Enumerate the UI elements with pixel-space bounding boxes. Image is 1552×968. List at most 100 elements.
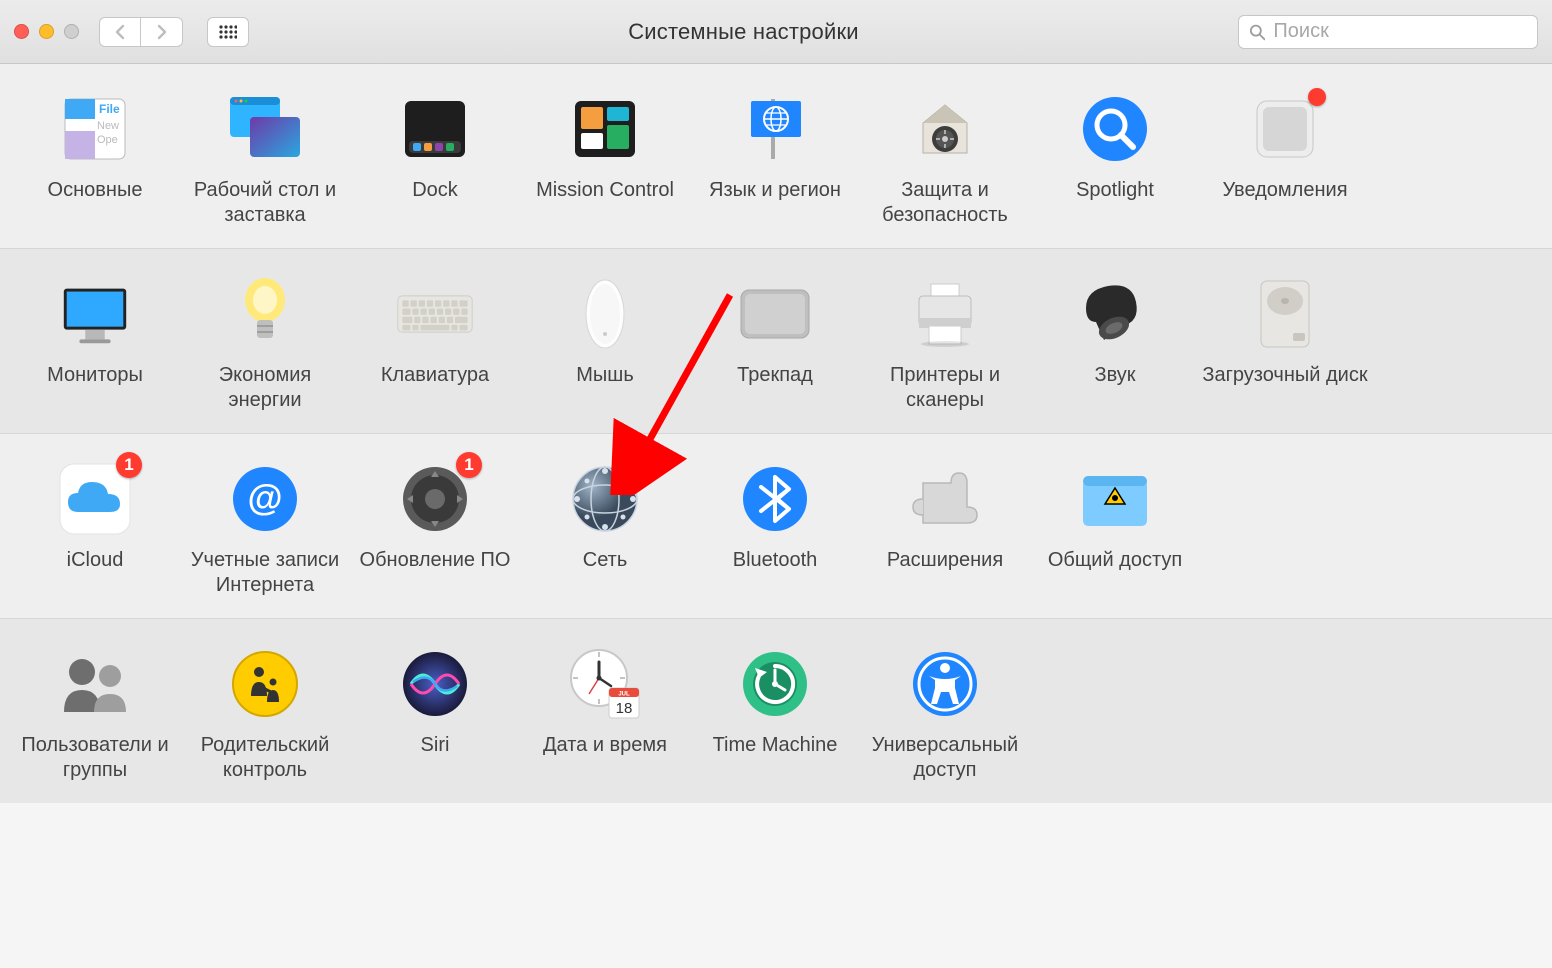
pref-mission-control[interactable]: Mission Control [520, 90, 690, 228]
pref-label: Spotlight [1076, 178, 1154, 228]
pref-label: Siri [421, 733, 450, 783]
pref-mouse[interactable]: Мышь [520, 275, 690, 413]
svg-text:Ope: Ope [97, 134, 118, 146]
sharing-icon [1076, 460, 1154, 538]
svg-text:File: File [99, 102, 120, 116]
pref-displays[interactable]: Мониторы [10, 275, 180, 413]
pref-label: Уведомления [1222, 178, 1347, 228]
pref-software-update[interactable]: 1 Обновление ПО [350, 460, 520, 598]
pref-printers[interactable]: Принтеры и сканеры [860, 275, 1030, 413]
pref-dock[interactable]: Dock [350, 90, 520, 228]
pref-label: Принтеры и сканеры [860, 363, 1030, 413]
pref-trackpad[interactable]: Трекпад [690, 275, 860, 413]
pref-energy-saver[interactable]: Экономия энергии [180, 275, 350, 413]
svg-text:18: 18 [616, 700, 633, 717]
pref-sound[interactable]: Звук [1030, 275, 1200, 413]
window-title: Системные настройки [263, 19, 1224, 45]
pref-label: Основные [48, 178, 143, 228]
pref-label: Звук [1094, 363, 1135, 413]
pref-label: Язык и регион [709, 178, 841, 228]
pref-language-region[interactable]: Язык и регион [690, 90, 860, 228]
software-update-badge: 1 [456, 452, 482, 478]
dock-icon [396, 90, 474, 168]
show-all-button[interactable] [207, 17, 249, 47]
svg-text:New: New [97, 120, 119, 132]
pref-label: Родительский контроль [180, 733, 350, 783]
date-time-icon: JUL 18 [566, 645, 644, 723]
displays-icon [56, 275, 134, 353]
row-personal: File New Ope Основные Рабочий стол и зас… [0, 64, 1552, 249]
pref-users-groups[interactable]: Пользователи и группы [10, 645, 180, 783]
pref-siri[interactable]: Siri [350, 645, 520, 783]
desktop-icon [226, 90, 304, 168]
minimize-window-button[interactable] [39, 24, 54, 39]
icloud-icon: 1 [56, 460, 134, 538]
pref-internet-accounts[interactable]: @ Учетные записи Интернета [180, 460, 350, 598]
startup-disk-icon [1246, 275, 1324, 353]
search-field[interactable] [1238, 15, 1538, 49]
pref-extensions[interactable]: Расширения [860, 460, 1030, 598]
pref-bluetooth[interactable]: Bluetooth [690, 460, 860, 598]
pref-general[interactable]: File New Ope Основные [10, 90, 180, 228]
pref-label: Загрузочный диск [1202, 363, 1367, 413]
bluetooth-icon [736, 460, 814, 538]
zoom-window-button[interactable] [64, 24, 79, 39]
close-window-button[interactable] [14, 24, 29, 39]
printers-icon [906, 275, 984, 353]
extensions-icon [906, 460, 984, 538]
pref-label: Мониторы [47, 363, 143, 413]
pref-label: Bluetooth [733, 548, 818, 598]
sound-icon [1076, 275, 1154, 353]
pref-label: Mission Control [536, 178, 674, 228]
pref-label: Обновление ПО [360, 548, 511, 598]
trackpad-icon [736, 275, 814, 353]
pref-startup-disk[interactable]: Загрузочный диск [1200, 275, 1370, 413]
nav-buttons [99, 17, 183, 47]
pref-label: Сеть [583, 548, 627, 598]
icloud-badge: 1 [116, 452, 142, 478]
notifications-icon [1246, 90, 1324, 168]
siri-icon [396, 645, 474, 723]
accessibility-icon [906, 645, 984, 723]
pref-label: Универсальный доступ [860, 733, 1030, 783]
pref-label: Трекпад [737, 363, 813, 413]
pref-icloud[interactable]: 1 iCloud [10, 460, 180, 598]
pref-desktop[interactable]: Рабочий стол и заставка [180, 90, 350, 228]
pref-security[interactable]: Защита и безопасность [860, 90, 1030, 228]
mouse-icon [566, 275, 644, 353]
security-icon [906, 90, 984, 168]
pref-label: Защита и безопасность [860, 178, 1030, 228]
svg-text:@: @ [247, 477, 282, 518]
search-icon [1249, 23, 1265, 41]
pref-spotlight[interactable]: Spotlight [1030, 90, 1200, 228]
language-region-icon [736, 90, 814, 168]
time-machine-icon [736, 645, 814, 723]
window-controls [14, 24, 79, 39]
forward-button[interactable] [141, 17, 183, 47]
pref-network[interactable]: Сеть [520, 460, 690, 598]
pref-label: Расширения [887, 548, 1003, 598]
pref-label: Экономия энергии [180, 363, 350, 413]
users-groups-icon [56, 645, 134, 723]
pref-label: Учетные записи Интернета [180, 548, 350, 598]
internet-accounts-icon: @ [226, 460, 304, 538]
pref-label: iCloud [67, 548, 124, 598]
pref-parental-controls[interactable]: Родительский контроль [180, 645, 350, 783]
pref-label: Dock [412, 178, 458, 228]
pref-time-machine[interactable]: Time Machine [690, 645, 860, 783]
search-input[interactable] [1273, 20, 1527, 43]
software-update-icon: 1 [396, 460, 474, 538]
mission-control-icon [566, 90, 644, 168]
back-button[interactable] [99, 17, 141, 47]
row-internet: 1 iCloud @ Учетные записи Интернета 1 [0, 434, 1552, 619]
pref-keyboard[interactable]: Клавиатура [350, 275, 520, 413]
pref-notifications[interactable]: Уведомления [1200, 90, 1370, 228]
pref-label: Общий доступ [1048, 548, 1182, 598]
pref-label: Дата и время [543, 733, 667, 783]
keyboard-icon [396, 275, 474, 353]
parental-controls-icon [226, 645, 304, 723]
svg-text:JUL: JUL [618, 692, 630, 698]
pref-sharing[interactable]: Общий доступ [1030, 460, 1200, 598]
pref-accessibility[interactable]: Универсальный доступ [860, 645, 1030, 783]
pref-date-time[interactable]: JUL 18 Дата и время [520, 645, 690, 783]
